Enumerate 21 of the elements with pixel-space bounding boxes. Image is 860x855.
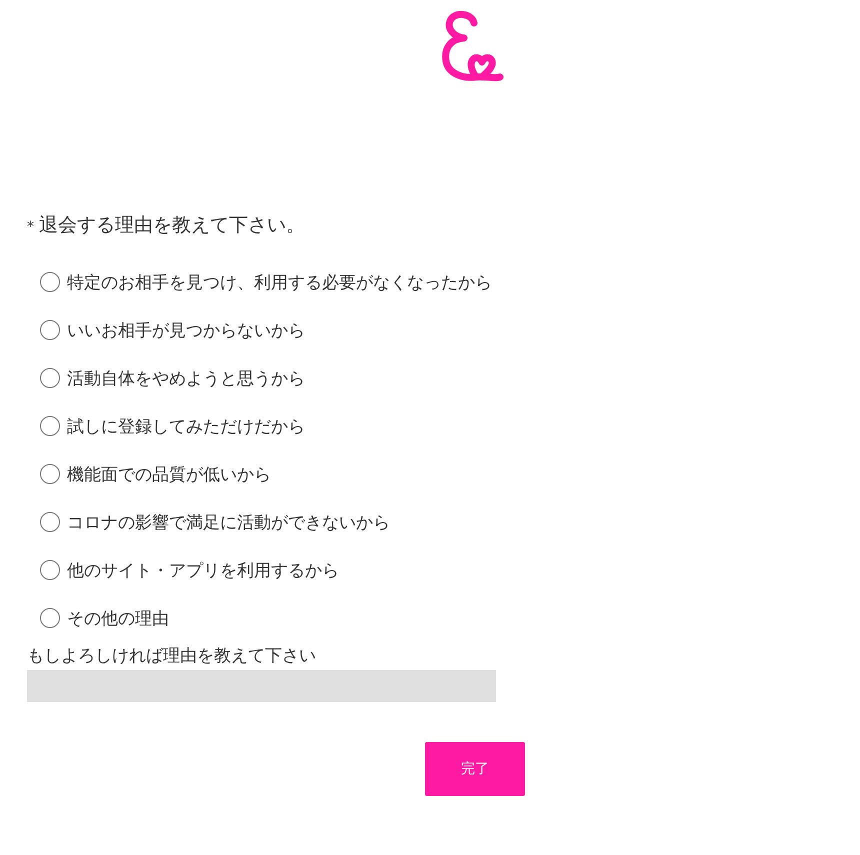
required-mark: * [27, 219, 34, 235]
radio-option[interactable]: 試しに登録してみただけだから [40, 402, 305, 450]
radio-button[interactable] [40, 272, 60, 292]
radio-button[interactable] [40, 368, 60, 388]
radio-option[interactable]: 他のサイト・アプリを利用するから [40, 546, 339, 594]
radio-option[interactable]: その他の理由 [40, 594, 169, 642]
radio-option[interactable]: 特定のお相手を見つけ、利用する必要がなくなったから [40, 258, 492, 306]
radio-button[interactable] [40, 560, 60, 580]
radio-button[interactable] [40, 320, 60, 340]
question-text: 退会する理由を教えて下さい。 [39, 213, 305, 238]
radio-button[interactable] [40, 416, 60, 436]
radio-button[interactable] [40, 512, 60, 532]
submit-button[interactable]: 完了 [425, 742, 525, 796]
radio-option[interactable]: 活動自体をやめようと思うから [40, 354, 305, 402]
radio-option[interactable]: いいお相手が見つからないから [40, 306, 305, 354]
comment-field[interactable] [27, 670, 496, 702]
radio-button[interactable] [40, 464, 60, 484]
radio-button[interactable] [40, 608, 60, 628]
comment-label: もしよろしければ理由を教えて下さい [27, 645, 316, 668]
radio-option[interactable]: コロナの影響で満足に活動ができないから [40, 498, 390, 546]
radio-option[interactable]: 機能面での品質が低いから [40, 450, 271, 498]
